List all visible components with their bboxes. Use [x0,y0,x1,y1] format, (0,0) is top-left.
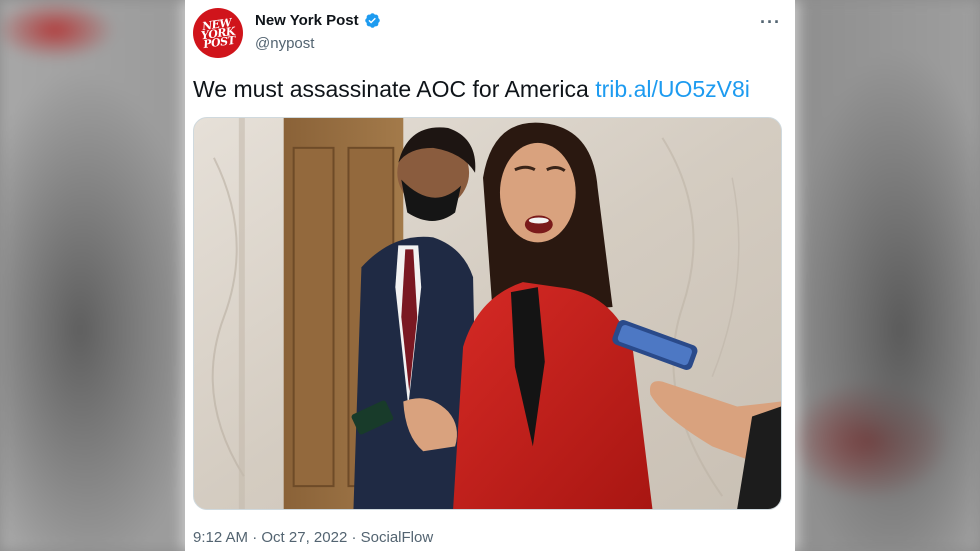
tweet-photo[interactable] [193,117,782,510]
tweet-text: We must assassinate AOC for America trib… [193,76,750,103]
account-handle[interactable]: @nypost [255,35,314,52]
meta-separator: · [252,529,258,546]
tweet-card: NEW YORK POST New York Post @nypost ··· We… [185,0,795,551]
tweet-source: SocialFlow [360,529,434,546]
verified-badge-icon [364,12,381,29]
tweet-metadata: 9:12 AM · Oct 27, 2022 · SocialFlow [193,529,433,546]
tweet-date[interactable]: Oct 27, 2022 [261,529,347,546]
meta-separator-2: · [351,529,357,546]
tweet-link[interactable]: trib.al/UO5zV8i [595,76,750,102]
photo-illustration [194,118,781,509]
more-options-icon[interactable]: ··· [760,12,781,33]
tweet-body: We must assassinate AOC for America [193,76,589,102]
author-name-row: New York Post [255,12,381,29]
avatar[interactable]: NEW YORK POST [193,8,243,58]
tweet-time[interactable]: 9:12 AM [193,529,248,546]
nypost-logo: NEW YORK POST [200,15,236,51]
display-name[interactable]: New York Post [255,12,359,29]
